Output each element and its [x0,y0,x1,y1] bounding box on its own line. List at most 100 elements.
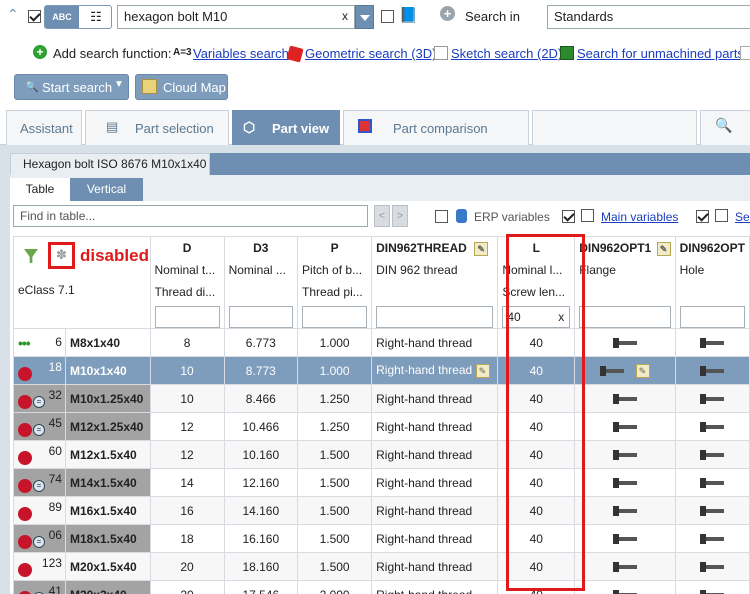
search-toolbar: ⌃ ABC ☷ hexagon bolt M10 x 📘 + Search in… [0,0,750,34]
table-row[interactable]: 123 M20x1.5x40 20 18.160 1.500 Right-han… [13,552,750,581]
clear-search-button[interactable]: x [342,9,348,23]
cell-d: 16 [149,496,225,525]
table-row[interactable]: =41 M20x2x40 20 17.546 2.000 Right-hand … [13,580,750,594]
status-red-dot-icon [18,451,32,465]
search-mode-toggle[interactable]: ABC ☷ [44,5,112,29]
text-search-mode[interactable]: ABC [45,6,79,28]
col-p-filter[interactable] [302,306,368,328]
collapse-chevron-icon[interactable]: ⌃ [7,6,19,23]
row-number: 60 [48,444,62,458]
row-name: M12x1.5x40 [64,440,151,469]
chevron-down-icon[interactable]: ▼ [114,79,124,90]
search-history-dropdown[interactable] [355,5,374,29]
edit-pencil-icon[interactable]: ✎ [474,241,489,256]
col-d3-desc: Nominal ... [228,263,286,277]
status-red-dot-icon [18,395,32,409]
row-name: M14x1.5x40 [64,468,151,497]
status-red-dot-icon [18,507,32,521]
variables-search-icon: A=3 [173,47,192,58]
unmachined-parts-link[interactable]: Search for unmachined parts [577,46,744,61]
book-icon[interactable]: 📘 [399,6,418,24]
table-row[interactable]: = 45 M12x1.25x40 12 10.466 1.250 Right-ha… [13,412,750,441]
table-row[interactable]: 60 M12x1.5x40 12 10.160 1.500 Right-hand… [13,440,750,469]
main-variables-link[interactable]: Main variables [601,210,678,224]
start-search-label: Start search [42,80,113,95]
start-search-button[interactable]: 🔍 Start search ▼ [14,74,129,100]
col-thread-filter[interactable] [376,306,494,328]
table-row-selected[interactable]: 18 M10x1x40 10 8.773 1.000 Right-hand th… [13,356,750,385]
main-variables-checkbox[interactable] [562,210,575,223]
cell-hole [674,524,750,553]
col-p-desc2: Thread pi... [302,285,363,299]
table-row[interactable]: = 74 M14x1.5x40 14 12.160 1.500 Right-han… [13,468,750,497]
secondary-variables-link[interactable]: Sec [735,210,750,224]
cell-thread: Right-hand thread [371,524,499,553]
tab-part-comparison-label: Part comparison [393,121,488,136]
col-thread-name: DIN962THREAD [376,241,467,255]
tab-part-selection[interactable]: ▤ Part selection [85,110,229,145]
find-in-table-input[interactable]: Find in table... [13,205,368,227]
search-in-field[interactable]: Standards [547,5,750,29]
cell-hole [674,496,750,525]
barcode-search-icon[interactable]: ☷ [79,6,111,28]
variables-search-link[interactable]: Variables search [193,46,289,61]
tab-search-text[interactable]: 🔍 [700,110,750,145]
row-name: M12x1.25x40 [64,412,151,441]
cell-thread: Right-hand thread [371,552,499,581]
cell-hole [674,328,750,357]
search-input[interactable]: hexagon bolt M10 x [117,5,355,29]
more-functions-icon[interactable] [740,46,750,60]
equal-icon: = [33,424,45,436]
cloud-map-button[interactable]: Cloud Map [135,74,228,100]
tab-part-comparison[interactable]: Part comparison [343,110,529,145]
col-d3-filter[interactable] [228,306,294,328]
col-opt2-filter[interactable] [679,306,745,328]
table-row[interactable]: = 06 M18x1.5x40 18 16.160 1.500 Right-han… [13,524,750,553]
table-filter-row: Find in table... < > ERP variables Main … [10,201,750,233]
filter-funnel-icon[interactable] [24,249,38,263]
col-header-din962thread[interactable]: DIN962THREAD ✎ DIN 962 thread [371,236,499,329]
edit-pencil-icon[interactable]: ✎ [635,363,650,378]
col-opt2-desc2 [680,281,745,303]
row-status: = 32 [13,384,66,413]
col-header-p[interactable]: P Pitch of b... Thread pi... [297,236,373,329]
secondary-variables-checkbox[interactable] [696,210,709,223]
tab-assistant[interactable]: Assistant [6,110,82,145]
col-header-din962opt[interactable]: DIN962OPT Hole [674,236,750,329]
cell-thread-text: Right-hand thread [376,363,473,378]
table-row[interactable]: 89 M16x1.5x40 16 14.160 1.500 Right-hand… [13,496,750,525]
flange-bolt-icon [612,590,637,594]
edit-pencil-icon[interactable]: ✎ [475,363,490,378]
col-header-d3[interactable]: D3 Nominal ... [223,236,299,329]
table-row[interactable]: = 32 M10x1.25x40 10 8.466 1.250 Right-han… [13,384,750,413]
equal-icon: = [33,536,45,548]
col-opt1-filter[interactable] [579,306,671,328]
search-enabled-checkbox[interactable] [28,10,41,23]
subtab-table[interactable]: Table [10,178,70,201]
erp-variables-checkbox[interactable] [435,210,448,223]
prev-button[interactable]: < [374,205,390,227]
sketch-search-link[interactable]: Sketch search (2D) [451,46,562,61]
cell-hole [674,440,750,469]
row-number: 18 [48,360,62,374]
cell-thread: Right-hand thread [371,384,499,413]
geometric-search-link[interactable]: Geometric search (3D) [305,46,436,61]
cell-d3: 14.160 [223,496,299,525]
equal-icon: = [33,396,45,408]
flange-bolt-icon [612,450,637,461]
flange-bolt-icon [612,422,637,433]
table-row[interactable]: ••• 6 M8x1x40 8 6.773 1.000 Right-hand th… [13,328,750,357]
cell-p: 1.000 [297,356,373,385]
book-checkbox[interactable] [381,10,394,23]
tab-part-view[interactable]: ⬡ Part view [232,110,340,145]
tab-empty[interactable] [532,110,697,145]
cell-flange [574,440,676,469]
next-button[interactable]: > [392,205,408,227]
col-header-d[interactable]: D Nominal t... Thread di... [149,236,225,329]
part-comparison-icon [358,119,372,133]
col-d-filter[interactable] [154,306,220,328]
add-circle-icon[interactable]: + [440,6,455,21]
edit-pencil-icon[interactable]: ✎ [656,241,671,256]
col-header-din962opt1[interactable]: DIN962OPT1 ✎ Flange [574,236,676,329]
subtab-vertical[interactable]: Vertical [70,178,143,201]
